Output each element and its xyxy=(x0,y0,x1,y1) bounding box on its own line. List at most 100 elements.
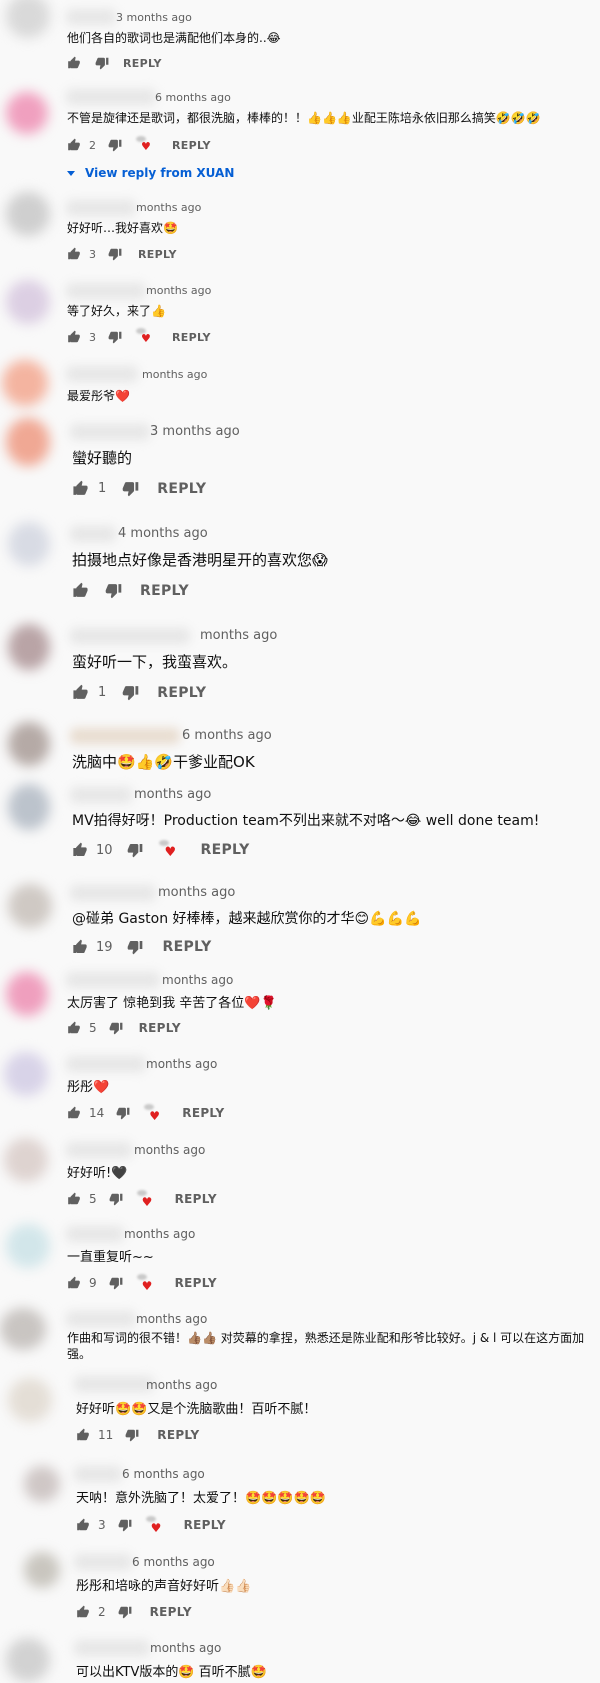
author-name[interactable] xyxy=(66,366,138,382)
thumb-up-icon[interactable] xyxy=(72,480,89,497)
author-name[interactable] xyxy=(66,9,116,25)
reply-button[interactable]: REPLY xyxy=(175,1192,217,1206)
thumb-down-icon[interactable] xyxy=(108,330,122,344)
author-name[interactable] xyxy=(74,1554,132,1570)
author-name[interactable] xyxy=(70,424,150,440)
view-replies-button[interactable]: View reply from XUAN xyxy=(67,166,234,180)
author-name[interactable] xyxy=(70,728,180,744)
avatar[interactable] xyxy=(6,1224,50,1268)
thumb-down-icon[interactable] xyxy=(109,1276,123,1290)
thumb-up-icon[interactable] xyxy=(76,1518,90,1532)
author-name[interactable] xyxy=(70,628,190,644)
comment-timestamp[interactable]: months ago xyxy=(142,368,207,381)
author-name[interactable] xyxy=(66,1142,132,1158)
thumb-up-icon[interactable] xyxy=(72,582,89,599)
reply-button[interactable]: REPLY xyxy=(172,139,211,152)
reply-button[interactable]: REPLY xyxy=(182,1106,224,1120)
thumb-down-icon[interactable] xyxy=(125,1428,139,1442)
avatar[interactable] xyxy=(24,1466,60,1502)
thumb-up-icon[interactable] xyxy=(67,1192,81,1206)
author-name[interactable] xyxy=(70,885,156,901)
thumb-up-icon[interactable] xyxy=(76,1428,90,1442)
reply-button[interactable]: REPLY xyxy=(175,1276,217,1290)
thumb-down-icon[interactable] xyxy=(118,1605,132,1619)
reply-button[interactable]: REPLY xyxy=(150,1605,192,1619)
thumb-up-icon[interactable] xyxy=(72,842,88,858)
author-name[interactable] xyxy=(66,200,136,216)
comment-timestamp[interactable]: 3 months ago xyxy=(150,424,240,439)
comment-timestamp[interactable]: months ago xyxy=(136,1312,207,1326)
thumb-up-icon[interactable] xyxy=(72,939,88,955)
comment-timestamp[interactable]: months ago xyxy=(146,284,211,297)
comment-timestamp[interactable]: 6 months ago xyxy=(182,728,272,743)
comment-timestamp[interactable]: months ago xyxy=(124,1227,195,1241)
author-name[interactable] xyxy=(66,972,160,988)
avatar[interactable] xyxy=(6,0,50,38)
avatar[interactable] xyxy=(8,722,50,766)
reply-button[interactable]: REPLY xyxy=(157,1428,199,1442)
avatar[interactable] xyxy=(6,972,48,1016)
thumb-down-icon[interactable] xyxy=(127,842,143,858)
comment-timestamp[interactable]: months ago xyxy=(146,1378,217,1392)
comment-timestamp[interactable]: 6 months ago xyxy=(155,91,231,104)
thumb-down-icon[interactable] xyxy=(109,1021,123,1035)
avatar[interactable] xyxy=(2,360,48,406)
reply-button[interactable]: REPLY xyxy=(184,1518,226,1532)
author-name[interactable] xyxy=(66,1226,124,1242)
thumb-down-icon[interactable] xyxy=(122,480,139,497)
thumb-up-icon[interactable] xyxy=(72,684,89,701)
thumb-up-icon[interactable] xyxy=(67,1276,81,1290)
comment-timestamp[interactable]: months ago xyxy=(200,628,277,643)
reply-button[interactable]: REPLY xyxy=(139,1021,181,1035)
comment-timestamp[interactable]: months ago xyxy=(134,787,211,802)
author-name[interactable] xyxy=(74,1640,150,1656)
comment-timestamp[interactable]: 6 months ago xyxy=(132,1555,215,1569)
avatar[interactable] xyxy=(6,1638,50,1682)
thumb-down-icon[interactable] xyxy=(108,138,122,152)
avatar[interactable] xyxy=(6,418,50,466)
reply-button[interactable]: REPLY xyxy=(201,842,250,858)
reply-button[interactable]: REPLY xyxy=(172,331,211,344)
comment-timestamp[interactable]: 6 months ago xyxy=(122,1467,205,1481)
avatar[interactable] xyxy=(6,92,48,134)
reply-button[interactable]: REPLY xyxy=(138,248,177,261)
avatar[interactable] xyxy=(6,192,50,236)
thumb-up-icon[interactable] xyxy=(67,330,81,344)
reply-button[interactable]: REPLY xyxy=(157,481,206,497)
thumb-down-icon[interactable] xyxy=(118,1518,132,1532)
avatar[interactable] xyxy=(6,280,50,324)
comment-timestamp[interactable]: months ago xyxy=(134,1143,205,1157)
author-name[interactable] xyxy=(74,1466,122,1482)
thumb-up-icon[interactable] xyxy=(76,1605,90,1619)
reply-button[interactable]: REPLY xyxy=(163,939,212,955)
author-name[interactable] xyxy=(70,526,116,542)
author-name[interactable] xyxy=(74,1376,154,1392)
comment-timestamp[interactable]: months ago xyxy=(158,885,235,900)
comment-timestamp[interactable]: months ago xyxy=(136,201,201,214)
avatar[interactable] xyxy=(8,884,52,928)
thumb-up-icon[interactable] xyxy=(67,138,81,152)
reply-button[interactable]: REPLY xyxy=(140,583,189,599)
comment-timestamp[interactable]: months ago xyxy=(146,1057,217,1071)
avatar[interactable] xyxy=(8,624,50,670)
thumb-down-icon[interactable] xyxy=(108,247,122,261)
author-name[interactable] xyxy=(66,283,146,299)
thumb-down-icon[interactable] xyxy=(122,684,139,701)
thumb-down-icon[interactable] xyxy=(109,1192,123,1206)
comment-timestamp[interactable]: months ago xyxy=(150,1641,221,1655)
avatar[interactable] xyxy=(4,1052,48,1096)
thumb-down-icon[interactable] xyxy=(105,582,122,599)
thumb-up-icon[interactable] xyxy=(67,1106,81,1120)
thumb-up-icon[interactable] xyxy=(67,247,81,261)
avatar[interactable] xyxy=(8,522,50,566)
author-name[interactable] xyxy=(70,787,132,803)
avatar[interactable] xyxy=(4,1138,48,1182)
thumb-down-icon[interactable] xyxy=(95,56,109,70)
thumb-down-icon[interactable] xyxy=(127,939,143,955)
thumb-up-icon[interactable] xyxy=(67,56,81,70)
thumb-up-icon[interactable] xyxy=(67,1021,81,1035)
author-name[interactable] xyxy=(66,89,156,105)
author-name[interactable] xyxy=(66,1311,136,1327)
reply-button[interactable]: REPLY xyxy=(123,57,162,70)
author-name[interactable] xyxy=(66,1056,146,1072)
